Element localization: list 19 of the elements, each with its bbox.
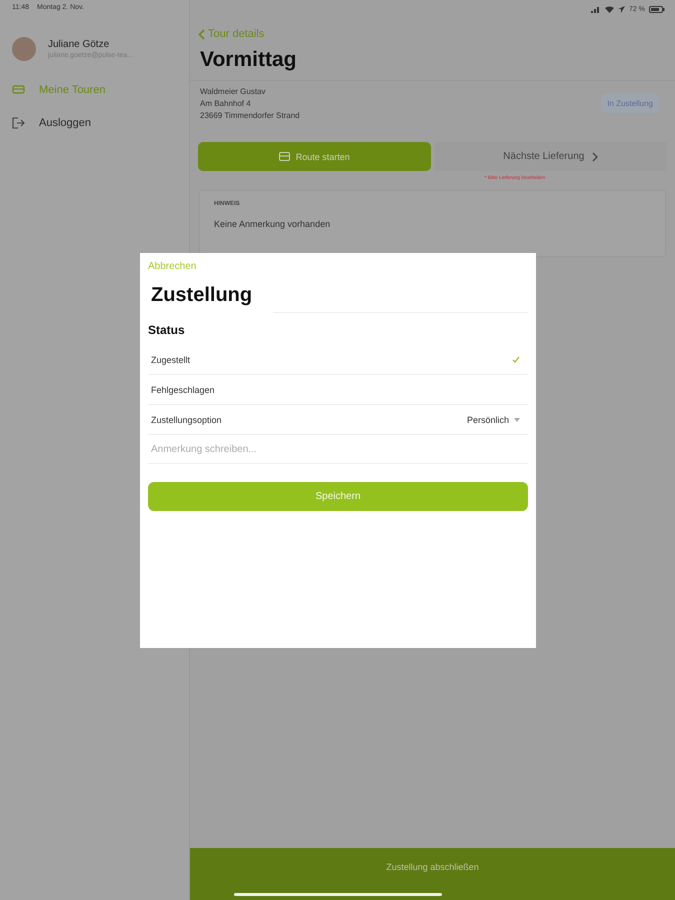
- back-link[interactable]: Tour details: [190, 18, 675, 40]
- page-title: Vormittag: [200, 48, 298, 72]
- status-badge: In Zustellung: [601, 94, 659, 113]
- status-option[interactable]: Zugestellt: [148, 345, 528, 375]
- cancel-button[interactable]: Abbrechen: [148, 253, 196, 272]
- route-button[interactable]: Route starten: [198, 142, 430, 171]
- user-name: Juliane Götze: [48, 39, 110, 50]
- address-line: Am Bahnhof 4: [200, 99, 252, 108]
- complete-delivery-button[interactable]: Zustellung abschließen: [190, 848, 675, 900]
- note-text: Keine Anmerkung vorhanden: [214, 219, 332, 229]
- address-line: 23669 Timmendorfer Strand: [200, 111, 300, 120]
- status-option[interactable]: Fehlgeschlagen: [148, 375, 528, 405]
- next-delivery-button[interactable]: Nächste Lieferung: [434, 142, 667, 171]
- save-button[interactable]: Speichern: [148, 482, 528, 511]
- address-line: Waldmeier Gustav: [200, 87, 266, 96]
- sidebar-item[interactable]: Meine Touren: [0, 73, 189, 106]
- section-heading: Status: [148, 323, 185, 337]
- sidebar-item[interactable]: Ausloggen: [0, 106, 189, 139]
- dialog-title: Zustellung: [151, 284, 254, 307]
